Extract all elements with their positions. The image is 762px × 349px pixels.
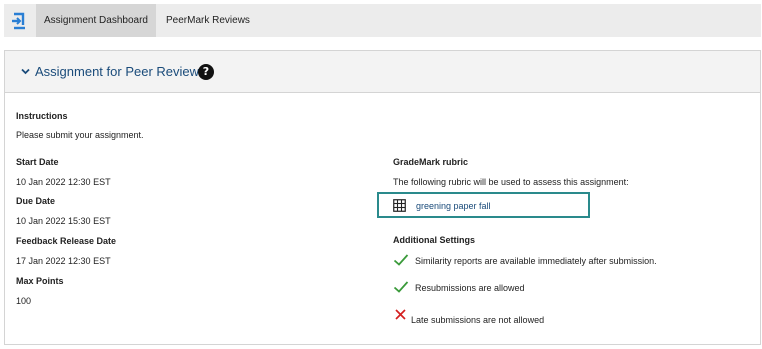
- due-date-label: Due Date: [16, 196, 56, 206]
- setting-resubmissions: Resubmissions are allowed: [415, 283, 525, 293]
- chevron-down-icon[interactable]: [20, 66, 31, 77]
- setting-late-submissions: Late submissions are not allowed: [411, 315, 545, 325]
- tab-assignment-dashboard[interactable]: Assignment Dashboard: [36, 4, 156, 37]
- additional-settings-label: Additional Settings: [393, 235, 475, 245]
- due-date-value: 10 Jan 2022 15:30 EST: [16, 216, 111, 226]
- check-icon: [393, 254, 409, 266]
- tab-peermark-reviews[interactable]: PeerMark Reviews: [166, 4, 256, 37]
- setting-similarity-reports: Similarity reports are available immedia…: [415, 256, 657, 266]
- assignment-panel: Assignment for Peer Review ? Instruction…: [4, 50, 761, 345]
- rubric-description: The following rubric will be used to ass…: [393, 177, 629, 187]
- instructions-label: Instructions: [16, 111, 68, 121]
- grid-icon: [393, 199, 406, 212]
- instructions-value: Please submit your assignment.: [16, 130, 144, 140]
- panel-title[interactable]: Assignment for Peer Review: [35, 64, 199, 79]
- rubric-link[interactable]: greening paper fall: [416, 201, 491, 211]
- max-points-label: Max Points: [16, 276, 64, 286]
- start-date-label: Start Date: [16, 157, 59, 167]
- check-icon: [393, 281, 409, 293]
- rubric-label: GradeMark rubric: [393, 157, 469, 167]
- top-navigation: Assignment Dashboard PeerMark Reviews: [4, 4, 761, 37]
- max-points-value: 100: [16, 296, 32, 306]
- feedback-release-value: 17 Jan 2022 12:30 EST: [16, 256, 111, 266]
- panel-header[interactable]: Assignment for Peer Review ?: [5, 51, 760, 93]
- cross-icon: [395, 309, 406, 320]
- rubric-link-box[interactable]: greening paper fall: [377, 192, 590, 218]
- start-date-value: 10 Jan 2022 12:30 EST: [16, 177, 111, 187]
- help-icon[interactable]: ?: [198, 64, 214, 80]
- turnitin-logo-icon[interactable]: [8, 10, 30, 32]
- feedback-release-label: Feedback Release Date: [16, 236, 117, 246]
